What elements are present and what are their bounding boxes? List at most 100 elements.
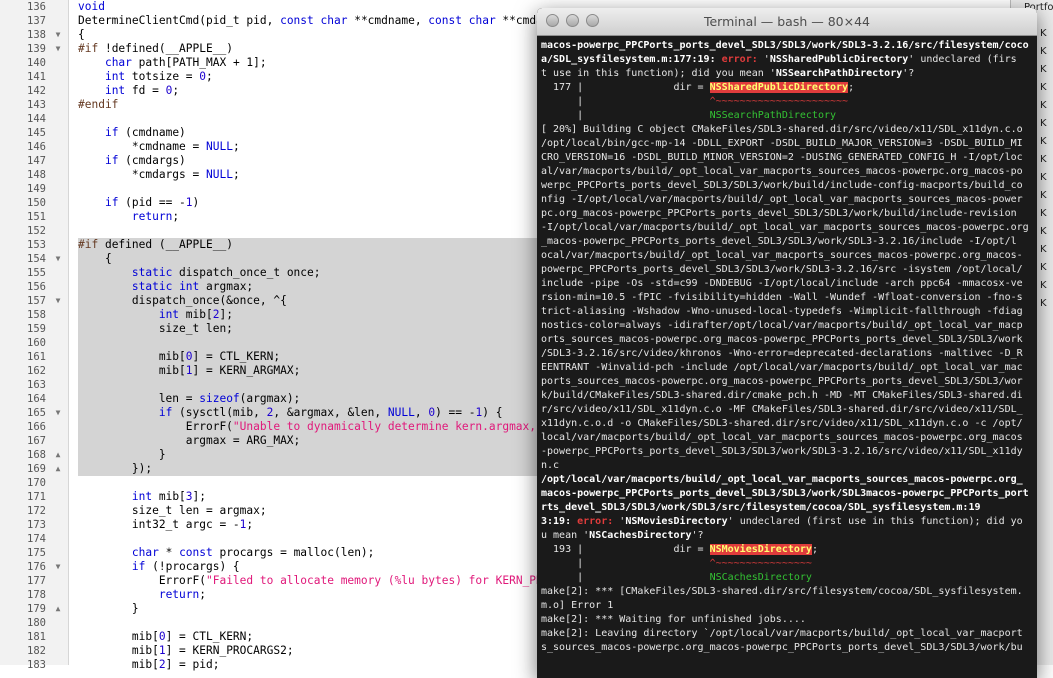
- code-line[interactable]: 167 argmax = ARG_MAX;: [0, 434, 540, 448]
- terminal-titlebar[interactable]: Terminal — bash — 80×44: [537, 8, 1037, 36]
- code-text: }: [78, 602, 139, 615]
- line-number: 154: [27, 253, 46, 265]
- background-list-item[interactable]: K: [1040, 226, 1053, 240]
- code-line[interactable]: 166 ErrorF("Unable to dynamically determ…: [0, 420, 549, 434]
- code-line[interactable]: 147 if (cmdargs): [0, 154, 540, 168]
- code-line[interactable]: 148 *cmdargs = NULL;: [0, 168, 540, 182]
- fold-open-icon[interactable]: ▼: [52, 42, 64, 56]
- code-line[interactable]: 145 if (cmdname): [0, 126, 540, 140]
- code-line[interactable]: 182 mib[1] = KERN_PROCARGS2;: [0, 644, 540, 658]
- code-text: *cmdargs = NULL;: [78, 168, 240, 181]
- fold-close-icon[interactable]: ▲: [52, 448, 64, 462]
- background-list-item[interactable]: K: [1040, 64, 1053, 78]
- code-line[interactable]: 155 static dispatch_once_t once;: [0, 266, 540, 280]
- fold-open-icon[interactable]: ▼: [52, 294, 64, 308]
- background-list-item[interactable]: K: [1040, 280, 1053, 294]
- code-line[interactable]: 177 ErrorF("Failed to allocate memory (%…: [0, 574, 731, 588]
- code-line[interactable]: 142 int fd = 0;: [0, 84, 540, 98]
- background-list-item[interactable]: K: [1040, 298, 1053, 312]
- code-line[interactable]: 161 mib[0] = CTL_KERN;: [0, 350, 540, 364]
- fold-open-icon[interactable]: ▼: [52, 406, 64, 420]
- terminal-line: CRO_VERSION=16 -DSDL_BUILD_MINOR_VERSION…: [541, 152, 1023, 163]
- background-list-item[interactable]: K: [1040, 190, 1053, 204]
- fold-open-icon[interactable]: ▼: [52, 28, 64, 42]
- code-line[interactable]: 156 static int argmax;: [0, 280, 540, 294]
- code-line[interactable]: 137 DetermineClientCmd(pid_t pid, const c…: [0, 14, 550, 28]
- code-line[interactable]: 163: [0, 378, 540, 392]
- code-line[interactable]: 152: [0, 224, 540, 238]
- code-line[interactable]: 146 *cmdname = NULL;: [0, 140, 540, 154]
- fold-open-icon[interactable]: ▼: [52, 560, 64, 574]
- terminal-line: make[2]: *** Waiting for unfinished jobs…: [541, 614, 806, 625]
- terminal-line: make[2]: *** [CMakeFiles/SDL3-shared.dir…: [541, 586, 1023, 597]
- terminal-line: _macos-powerpc_PPCPorts_ports_devel_SDL3…: [541, 236, 1017, 247]
- terminal-line: nostics-color=always -idirafter/opt/loca…: [541, 320, 1023, 331]
- fold-close-icon[interactable]: ▲: [52, 602, 64, 616]
- code-line[interactable]: 172 size_t len = argmax;: [0, 504, 540, 518]
- code-line[interactable]: 151 return;: [0, 210, 540, 224]
- code-line[interactable]: 139 ▼ #if !defined(__APPLE__): [0, 42, 540, 56]
- code-line[interactable]: 165 ▼ if (sysctl(mib, 2, &argmax, &len, N…: [0, 406, 540, 420]
- code-line[interactable]: 178 return;: [0, 588, 540, 602]
- code-text: mib[1] = KERN_ARGMAX;: [78, 364, 301, 377]
- code-text: int mib[2];: [158, 308, 233, 321]
- terminal-window[interactable]: Terminal — bash — 80×44 macos-powerpc_PP…: [537, 8, 1037, 678]
- background-list-item[interactable]: K: [1040, 262, 1053, 276]
- code-line[interactable]: 153 #if defined (__APPLE__): [0, 238, 540, 252]
- code-line[interactable]: 159 size_t len;: [0, 322, 540, 336]
- background-list-item[interactable]: K: [1040, 28, 1053, 42]
- code-line[interactable]: 169 ▲ });: [0, 462, 540, 476]
- code-line[interactable]: 174: [0, 532, 540, 546]
- code-line[interactable]: 180: [0, 616, 540, 630]
- code-line[interactable]: 141 int totsize = 0;: [0, 70, 540, 84]
- fold-open-icon[interactable]: ▼: [52, 252, 64, 266]
- background-list-item[interactable]: K: [1040, 136, 1053, 150]
- line-number: 179: [27, 603, 46, 615]
- code-line[interactable]: 154 ▼ {: [0, 252, 540, 266]
- background-list-item[interactable]: K: [1040, 118, 1053, 132]
- code-line[interactable]: 138 ▼ {: [0, 28, 540, 42]
- code-line[interactable]: 162 mib[1] = KERN_ARGMAX;: [0, 364, 540, 378]
- code-line[interactable]: 157 ▼ dispatch_once(&once, ^{: [0, 294, 540, 308]
- code-line[interactable]: 158 int mib[2];: [0, 308, 540, 322]
- code-line[interactable]: 176 ▼ if (!procargs) {: [0, 560, 540, 574]
- line-number: 165: [27, 407, 46, 419]
- code-line[interactable]: 175 char * const procargs = malloc(len);: [0, 546, 540, 560]
- background-list-item[interactable]: K: [1040, 82, 1053, 96]
- terminal-line: ports_sources_macos-powerpc.org_macos-po…: [541, 376, 1023, 387]
- code-line[interactable]: 171 int mib[3];: [0, 490, 540, 504]
- background-list-item[interactable]: K: [1040, 172, 1053, 186]
- code-line[interactable]: 160: [0, 336, 540, 350]
- background-list-item[interactable]: K: [1040, 208, 1053, 222]
- terminal-line: 3:19: error: 'NSMoviesDirectory' undecla…: [541, 516, 1023, 527]
- code-line[interactable]: 168 ▲ }: [0, 448, 540, 462]
- line-number: 149: [27, 183, 46, 195]
- code-line[interactable]: 170: [0, 476, 540, 490]
- code-line[interactable]: 183 mib[2] = pid;: [0, 658, 540, 672]
- code-line[interactable]: 181 mib[0] = CTL_KERN;: [0, 630, 540, 644]
- line-number: 142: [27, 85, 46, 97]
- background-list-item[interactable]: K: [1040, 100, 1053, 114]
- code-line[interactable]: 164 len = sizeof(argmax);: [0, 392, 540, 406]
- line-number: 157: [27, 295, 46, 307]
- code-line[interactable]: 143 #endif: [0, 98, 540, 112]
- fold-close-icon[interactable]: ▲: [52, 462, 64, 476]
- line-number: 150: [27, 197, 46, 209]
- line-number: 148: [27, 169, 46, 181]
- code-line[interactable]: 173 int32_t argc = -1;: [0, 518, 540, 532]
- terminal-line: include -pipe -Os -std=c99 -DNDEBUG -I/o…: [541, 278, 1023, 289]
- background-list-item[interactable]: K: [1040, 244, 1053, 258]
- code-line[interactable]: 136 void: [0, 0, 540, 14]
- code-line[interactable]: 144: [0, 112, 540, 126]
- code-text: ErrorF("Unable to dynamically determine …: [78, 420, 550, 433]
- terminal-output[interactable]: macos-powerpc_PPCPorts_ports_devel_SDL3/…: [537, 36, 1037, 678]
- code-line[interactable]: 150 if (pid == -1): [0, 196, 540, 210]
- code-text: });: [78, 462, 153, 475]
- code-line[interactable]: 149: [0, 182, 540, 196]
- code-text: if (pid == -1): [104, 196, 200, 209]
- code-line[interactable]: 140 char path[PATH_MAX + 1];: [0, 56, 540, 70]
- code-line[interactable]: 179 ▲ }: [0, 602, 540, 616]
- background-list-item[interactable]: K: [1040, 46, 1053, 60]
- code-text: {: [78, 28, 85, 41]
- background-list-item[interactable]: K: [1040, 154, 1053, 168]
